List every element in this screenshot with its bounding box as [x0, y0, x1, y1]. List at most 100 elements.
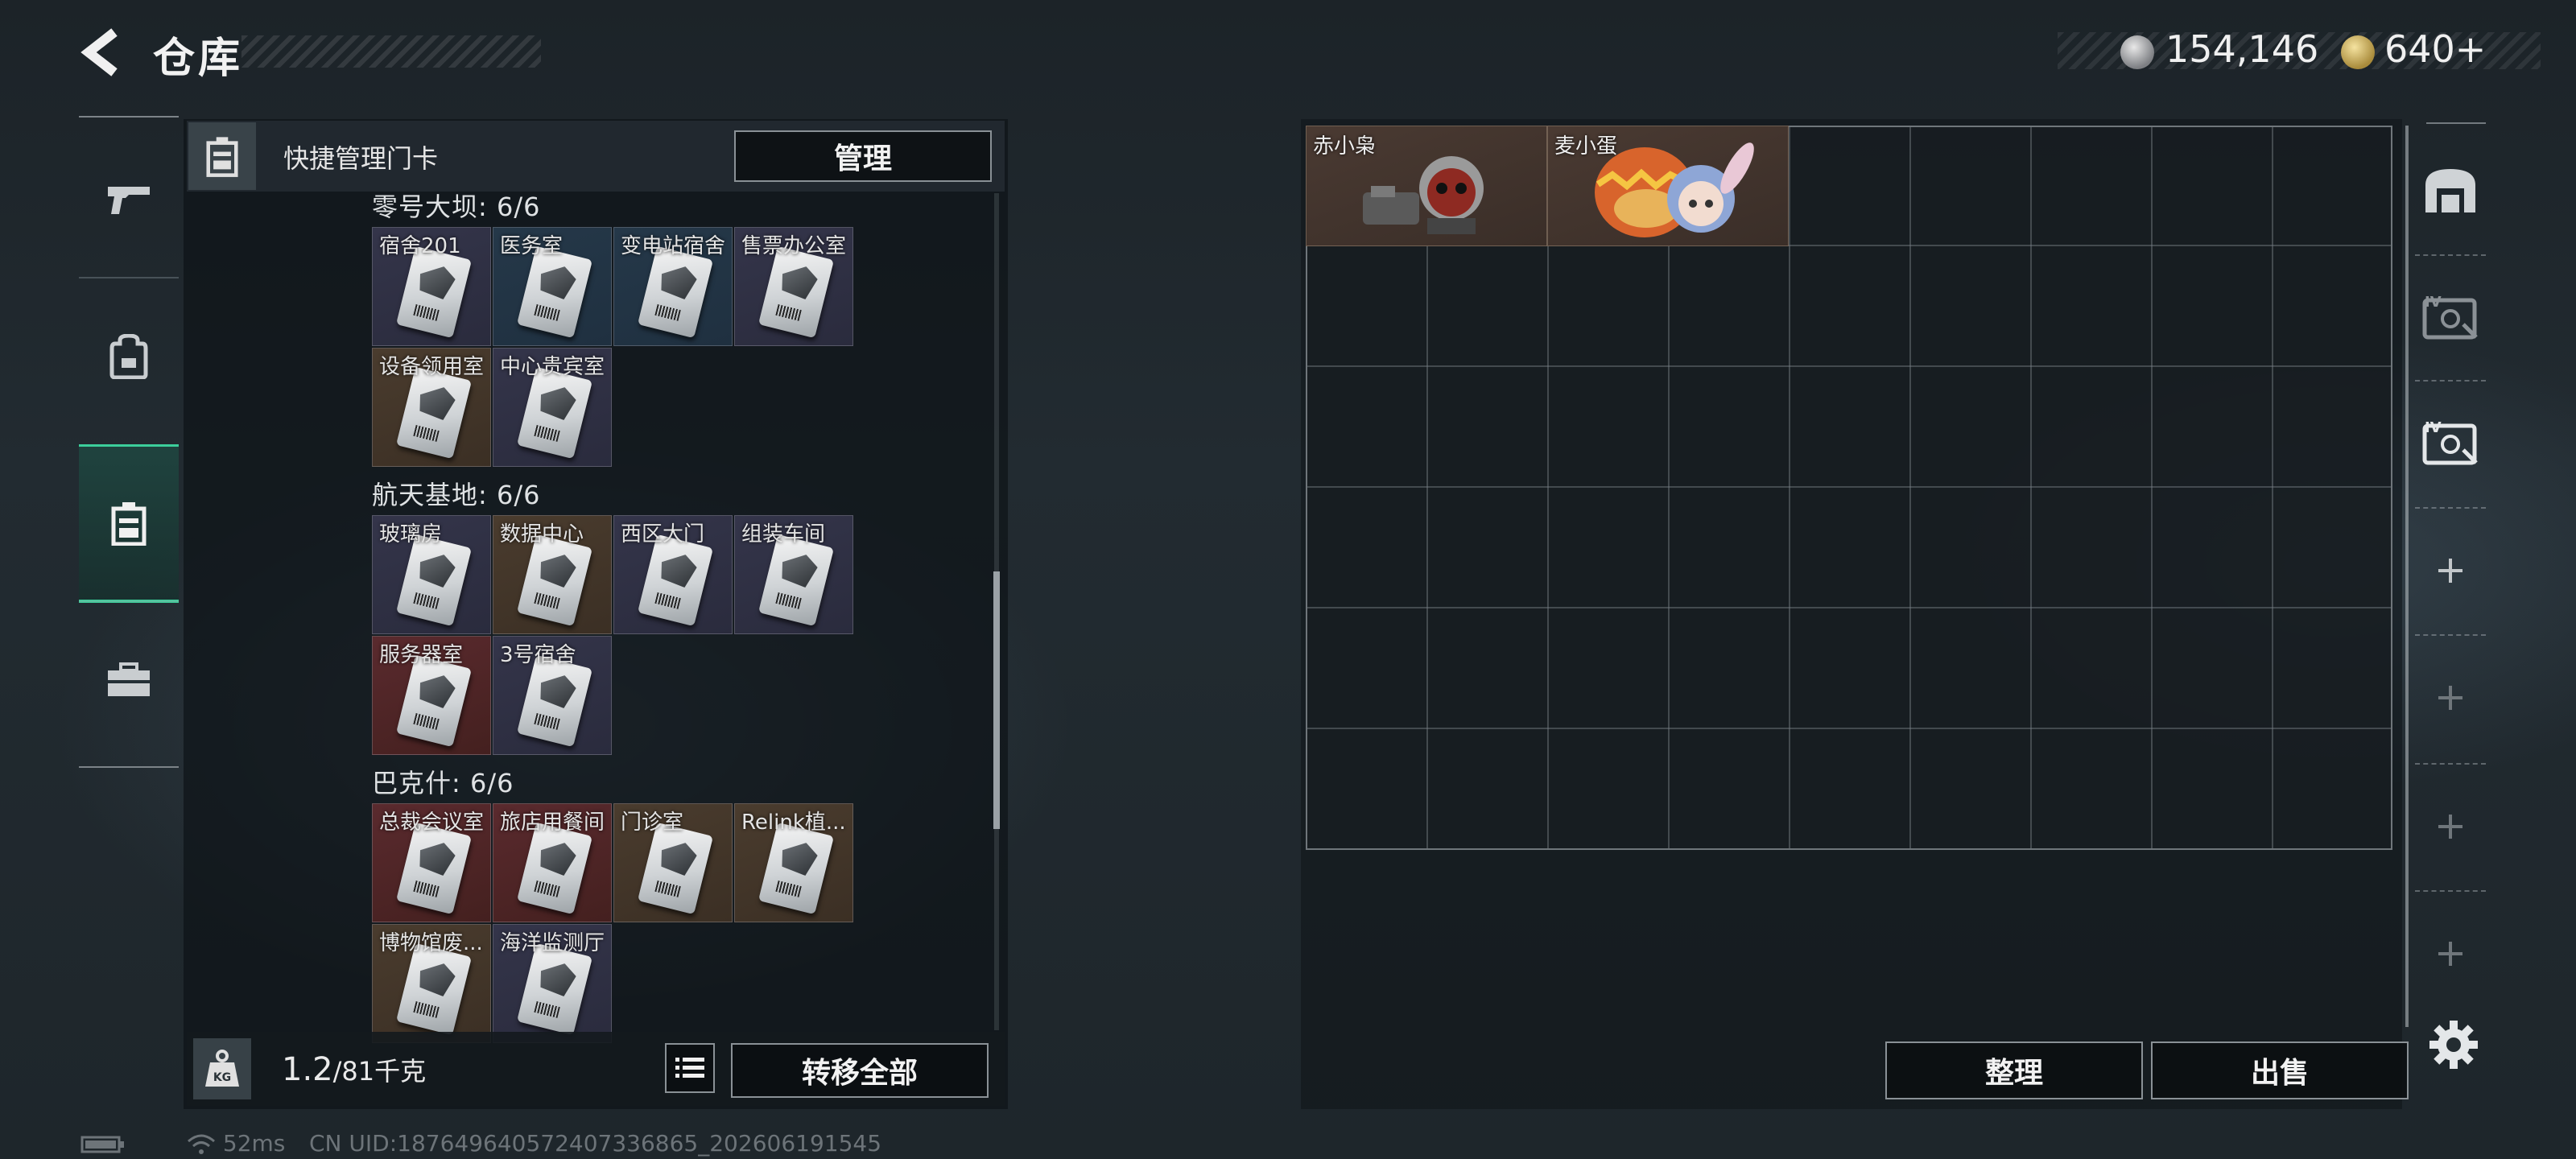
keycard-label: 海洋监测厅	[500, 931, 605, 955]
gold-currency-value[interactable]: 640+	[2384, 27, 2486, 71]
manage-button[interactable]: 管理	[734, 130, 992, 182]
keycard-image	[395, 822, 473, 915]
keycard-item[interactable]: 3号宿舍	[493, 636, 612, 755]
warehouse-icon	[2425, 169, 2475, 212]
keycard-image	[516, 654, 593, 748]
sidebar-item-equipment[interactable]	[79, 280, 179, 433]
silver-currency-value: 154,146	[2165, 27, 2319, 71]
keycard-image	[395, 654, 473, 748]
safe-box-icon: IV	[2422, 294, 2478, 340]
sell-button[interactable]: 出售	[2151, 1041, 2409, 1099]
sort-button[interactable]: 整理	[1885, 1041, 2143, 1099]
add-storage-slot-button[interactable]	[2409, 510, 2492, 631]
carry-weight-value: 1.2	[282, 1051, 333, 1088]
keycard-item[interactable]: 旅店用餐间	[493, 803, 612, 922]
storage-sidebar: IV IV	[2409, 126, 2492, 1027]
storage-item-chixiaoxiao[interactable]: 赤小枭	[1306, 126, 1547, 246]
keycard-image	[395, 245, 473, 339]
storage-item-maixiaodan[interactable]: 麦小蛋	[1547, 126, 1789, 246]
keycard-label: 总裁会议室	[379, 810, 485, 835]
keycard-label: 门诊室	[621, 810, 684, 835]
page-title: 仓库	[153, 35, 244, 83]
backpack-icon	[109, 334, 148, 379]
scrollbar-thumb[interactable]	[993, 571, 1000, 829]
gear-icon	[2429, 1021, 2478, 1069]
keycard-image	[637, 822, 714, 915]
settings-button[interactable]	[2428, 1019, 2479, 1070]
keycard-item[interactable]: 设备领用室	[372, 348, 491, 467]
add-storage-slot-button[interactable]	[2409, 766, 2492, 887]
keycard-item[interactable]: 门诊室	[613, 803, 733, 922]
wifi-icon	[188, 1134, 215, 1154]
keycard-image	[395, 534, 473, 627]
keycard-holder-icon	[188, 122, 256, 190]
keycard-item[interactable]: 海洋监测厅	[493, 924, 612, 1043]
keycard-item[interactable]: 组装车间	[734, 515, 853, 634]
carry-weight: 1.2/81千克	[282, 1051, 426, 1088]
silver-coin-icon	[2120, 35, 2154, 69]
device-status	[80, 1130, 126, 1157]
storage-tab-iv-1[interactable]: IV	[2409, 258, 2492, 378]
keycard-label: 博物馆废...	[379, 931, 483, 955]
keycard-item[interactable]: 博物馆废...	[372, 924, 491, 1043]
network-status: 52ms	[187, 1130, 285, 1157]
plus-icon	[2438, 686, 2462, 710]
sidebar-item-toolbox[interactable]	[79, 604, 179, 757]
weight-icon: KG	[193, 1038, 251, 1099]
sidebar-item-keycards[interactable]	[79, 444, 179, 603]
briefcase-icon	[108, 662, 150, 696]
keycard-image	[758, 534, 835, 627]
keycard-label: 3号宿舍	[500, 643, 576, 667]
keycard-item[interactable]: 总裁会议室	[372, 803, 491, 922]
keycard-image	[395, 366, 473, 460]
keycard-image	[758, 822, 835, 915]
storage-sidebar-top-line	[2426, 122, 2486, 124]
keycard-item[interactable]: 变电站宿舍	[613, 227, 733, 346]
add-storage-slot-button[interactable]	[2409, 893, 2492, 1014]
keycard-item[interactable]: 售票办公室	[734, 227, 853, 346]
keycard-image	[758, 245, 835, 339]
keycard-label: 数据中心	[500, 522, 584, 547]
plus-icon	[2438, 942, 2462, 966]
keycard-item[interactable]: Relink植...	[734, 803, 853, 922]
user-id: CN UID:187649640572407336865_20260619154…	[309, 1130, 882, 1157]
keycard-label: 宿舍201	[379, 234, 461, 258]
keycard-image	[516, 245, 593, 339]
keycard-item[interactable]: 数据中心	[493, 515, 612, 634]
plus-icon	[2438, 815, 2462, 839]
list-icon	[675, 1058, 704, 1078]
keycard-item[interactable]: 服务器室	[372, 636, 491, 755]
add-storage-slot-button[interactable]	[2409, 637, 2492, 758]
keycard-item[interactable]: 西区大门	[613, 515, 733, 634]
keycard-image	[516, 822, 593, 915]
storage-tab-main[interactable]	[2409, 130, 2492, 251]
title-decoration	[242, 35, 541, 68]
keycard-section-title: 零号大坝: 6/6	[372, 192, 541, 222]
keycard-image	[637, 534, 714, 627]
keycard-image	[395, 942, 473, 1036]
ping-value: 52ms	[222, 1130, 286, 1157]
list-view-button[interactable]	[665, 1043, 715, 1093]
pistol-icon	[108, 187, 150, 214]
gold-coin-icon	[2341, 35, 2375, 69]
storage-tab-iv-2[interactable]: IV	[2409, 383, 2492, 504]
sidebar-item-weapons[interactable]	[79, 122, 179, 275]
keycard-item[interactable]: 中心贵宾室	[493, 348, 612, 467]
keycard-image	[516, 942, 593, 1036]
keycard-label: 售票办公室	[741, 234, 847, 258]
weight-icon-label: KG	[213, 1071, 231, 1084]
keycard-label: 西区大门	[621, 522, 705, 547]
transfer-all-button[interactable]: 转移全部	[731, 1043, 989, 1098]
keycard-image	[637, 245, 714, 339]
keycard-label: 中心贵宾室	[500, 355, 605, 379]
keycard-label: Relink植...	[741, 810, 846, 835]
keycard-label: 医务室	[500, 234, 564, 258]
chevron-left-icon	[80, 28, 118, 76]
keycard-label: 服务器室	[379, 643, 464, 667]
item-label: 赤小枭	[1313, 134, 1377, 159]
back-button[interactable]	[77, 24, 126, 80]
keycard-item[interactable]: 医务室	[493, 227, 612, 346]
keycard-section-title: 巴克什: 6/6	[372, 768, 514, 798]
keycard-item[interactable]: 玻璃房	[372, 515, 491, 634]
keycard-item[interactable]: 宿舍201	[372, 227, 491, 346]
